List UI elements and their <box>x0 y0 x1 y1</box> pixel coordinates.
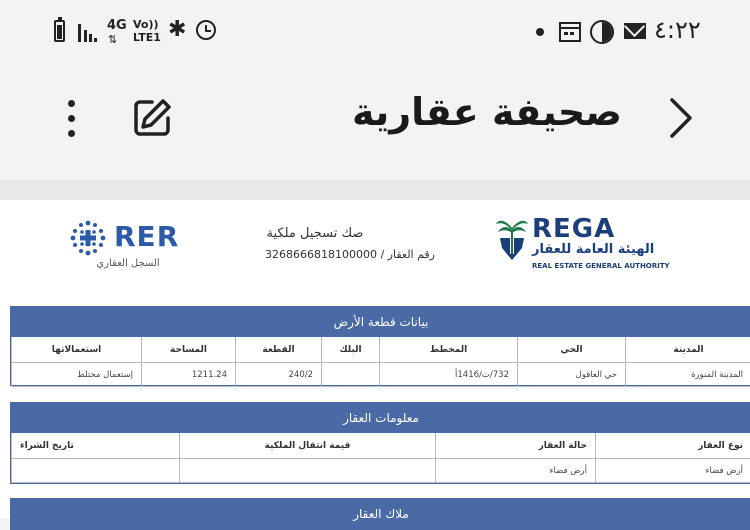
rega-arabic-name: الهيئة العامة للعقار <box>532 242 655 257</box>
edit-icon <box>134 99 171 136</box>
table-cell: أرض فضاء <box>435 459 595 483</box>
dark-mode-icon <box>590 20 614 44</box>
property-number-label: رقم العقار / <box>380 248 435 261</box>
property-info-section: معلومات العقار نوع العقار حالة العقار قي… <box>10 402 750 484</box>
table-cell <box>321 363 379 387</box>
rega-wordmark: REGA <box>532 214 616 244</box>
chevron-right-icon <box>670 98 692 138</box>
table-row: أرض فضاء أرض فضاء <box>11 459 750 483</box>
column-header: الحي <box>517 337 625 363</box>
app-bar: صحيفة عقارية <box>0 62 750 180</box>
table-cell <box>179 459 435 483</box>
rer-wordmark: RER <box>114 220 180 253</box>
table-header-row: نوع العقار حالة العقار قيمة انتقال الملك… <box>11 433 750 459</box>
column-header: البلك <box>321 337 379 363</box>
calendar-icon <box>559 22 581 42</box>
signal-icon <box>78 22 100 42</box>
rer-emblem-icon <box>70 220 106 256</box>
bluetooth-icon: ✱ <box>168 17 187 42</box>
section-title: ملاك العقار <box>11 499 750 529</box>
section-title: معلومات العقار <box>11 403 750 433</box>
table-cell <box>11 459 179 483</box>
battery-icon <box>54 17 65 42</box>
table-cell: المدينة المنورة <box>625 363 750 387</box>
status-bar: 4G ⇅ Vo)) LTE1 ✱ ٤:٢٢ <box>0 0 750 62</box>
table-cell: 1211.24 <box>141 363 235 387</box>
table-cell: 732/ت/1416أ <box>379 363 517 387</box>
land-data-section: بيانات قطعة الأرض المدينة الحي المخطط ال… <box>10 306 750 387</box>
rer-arabic-name: السجل العقاري <box>96 258 160 269</box>
palm-emblem-icon <box>496 220 528 260</box>
column-header: نوع العقار <box>595 433 750 459</box>
mail-icon <box>623 15 646 39</box>
column-header: المساحة <box>141 337 235 363</box>
table-header-row: المدينة الحي المخطط البلك القطعة المساحة… <box>11 337 750 363</box>
clock-time: ٤:٢٢ <box>654 16 701 44</box>
rer-logo: RER السجل العقاري <box>70 218 190 278</box>
back-button[interactable] <box>662 96 698 140</box>
edit-button[interactable] <box>130 96 174 140</box>
table-cell: حي العاقول <box>517 363 625 387</box>
column-header: القطعة <box>235 337 321 363</box>
notification-dot-icon <box>536 28 544 36</box>
deed-title: صك تسجيل ملكية <box>266 226 364 241</box>
data-arrows-icon: ⇅ <box>108 33 118 46</box>
property-number: 3268666818100000 <box>264 248 377 261</box>
column-header: تاريخ الشراء <box>11 433 179 459</box>
column-header: المخطط <box>379 337 517 363</box>
more-vertical-icon <box>68 100 75 138</box>
more-options-button[interactable] <box>60 96 84 140</box>
table-cell: أرض فضاء <box>595 459 750 483</box>
volte-label: Vo)) LTE1 <box>133 18 161 44</box>
table-row: المدينة المنورة حي العاقول 732/ت/1416أ 2… <box>11 363 750 387</box>
property-number-line: رقم العقار / 3268666818100000 <box>255 248 435 261</box>
column-header: حالة العقار <box>435 433 595 459</box>
network-type-label: 4G <box>107 18 127 33</box>
table-cell: إستعمال مختلط <box>11 363 141 387</box>
rega-logo: REGA الهيئة العامة للعقار REAL ESTATE GE… <box>494 214 674 274</box>
column-header: قيمة انتقال الملكية <box>179 433 435 459</box>
divider-band <box>0 180 750 200</box>
rega-english-name: REAL ESTATE GENERAL AUTHORITY <box>532 262 670 270</box>
alarm-icon <box>196 20 216 40</box>
section-title: بيانات قطعة الأرض <box>11 307 750 337</box>
column-header: المدينة <box>625 337 750 363</box>
owners-section: ملاك العقار <box>10 498 750 530</box>
property-document: RER السجل العقاري صك تسجيل ملكية رقم الع… <box>0 200 750 530</box>
column-header: استعمالاتها <box>11 337 141 363</box>
page-title: صحيفة عقارية <box>351 90 622 134</box>
document-header: RER السجل العقاري صك تسجيل ملكية رقم الع… <box>0 200 750 300</box>
table-cell: 240/2 <box>235 363 321 387</box>
